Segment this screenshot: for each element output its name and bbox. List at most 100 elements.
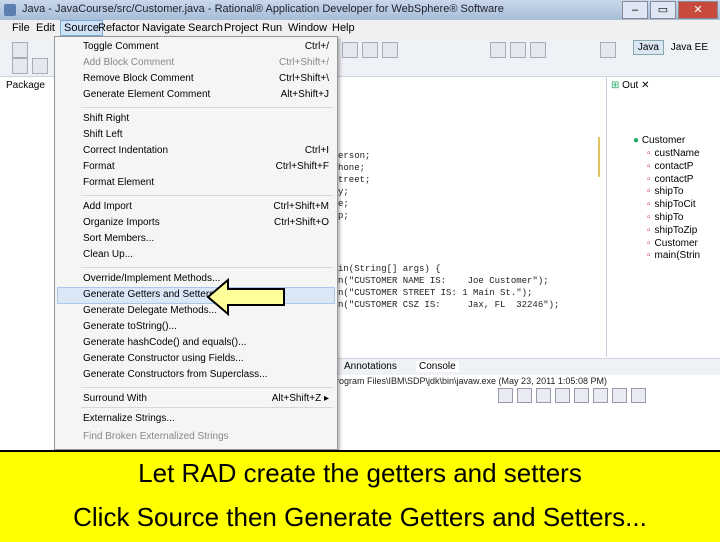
outline-item[interactable]: custName [647,148,700,159]
outline-item[interactable]: shipTo [647,212,684,223]
outline-item[interactable]: Customer [647,238,698,249]
menu-refactor[interactable]: Refactor [98,22,140,34]
scroll-lock-icon[interactable] [574,388,589,403]
console-toolbar [498,388,646,403]
menu-separator [81,407,333,408]
source-menu-item[interactable]: Clean Up... [83,249,333,260]
source-menu-item[interactable]: Format Ctrl+Shift+F [83,161,333,172]
code-line: y; [338,187,349,197]
source-menu-item[interactable]: Generate hashCode() and equals()... [83,337,333,348]
source-menu-item[interactable]: Correct Indentation Ctrl+I [83,145,333,156]
menu-help[interactable]: Help [332,22,355,34]
back-icon[interactable] [32,58,48,74]
menu-source[interactable]: Source [60,20,103,36]
menu-run[interactable]: Run [262,22,282,34]
menu-item-shortcut: Ctrl+Shift+/ [278,57,329,68]
source-menu-item[interactable]: Add Import Ctrl+Shift+M [83,201,333,212]
source-menu-item[interactable]: Toggle Comment Ctrl+/ [83,41,333,52]
outline-item[interactable]: contactP [647,174,694,185]
source-menu-item[interactable]: Generate Constructors from Superclass... [83,369,333,380]
source-menu-item[interactable]: Format Element [83,177,333,188]
menu-item-label: Remove Block Comment [83,73,194,84]
menu-item-label: Generate Constructor using Fields... [83,353,244,364]
menu-search[interactable]: Search [188,22,223,34]
debug-icon[interactable] [382,42,398,58]
menu-window[interactable]: Window [288,22,327,34]
package-explorer-tab[interactable]: Package [6,80,45,91]
menu-item-label: Generate Constructors from Superclass... [83,369,268,380]
source-menu-item[interactable]: Externalize Strings... [83,413,333,424]
run-icon[interactable] [362,42,378,58]
menu-file[interactable]: File [12,22,30,34]
outline-item[interactable]: contactP [647,161,694,172]
source-menu-item[interactable]: Find Broken Externalized Strings [83,431,333,442]
menu-item-shortcut: Ctrl+Shift+\ [278,73,329,84]
menu-item-shortcut: Ctrl+Shift+F [275,161,329,172]
menu-item-label: Format Element [83,177,155,188]
minimize-button[interactable]: – [622,1,648,19]
close-button[interactable]: ✕ [678,1,718,19]
menu-separator [81,195,333,196]
outline-root-label: Customer [641,135,686,146]
terminate-icon[interactable] [498,388,513,403]
highlight-icon[interactable] [490,42,506,58]
menu-item-label: Externalize Strings... [83,413,175,424]
title-bar: Java - JavaCourse/src/Customer.java - Ra… [0,0,720,20]
tab-annotations[interactable]: Annotations [344,361,397,372]
source-menu-item[interactable]: Generate toString()... [83,321,333,332]
menu-item-label: Clean Up... [83,249,134,260]
menu-item-label: Generate toString()... [83,321,177,332]
new-icon[interactable] [12,42,28,58]
menu-item-label: Add Import [83,201,132,212]
marker-icon[interactable] [510,42,526,58]
source-menu-item[interactable]: Add Block Comment Ctrl+Shift+/ [83,57,333,68]
outline-tab[interactable]: ⊞ Out ✕ [611,80,649,91]
outline-item-label: shipTo [654,212,684,223]
outline-item[interactable]: shipToCit [647,199,696,210]
caption-line-1: Let RAD create the getters and setters [138,458,582,488]
outline-item[interactable]: shipToZip [647,224,698,236]
source-menu-item[interactable]: Organize Imports Ctrl+Shift+O [83,217,333,228]
menu-item-label: Format [83,161,115,172]
menu-item-shortcut: Ctrl+Shift+O [273,217,329,228]
menu-project[interactable]: Project [224,22,258,34]
display-console-icon[interactable] [612,388,627,403]
perspective-java[interactable]: Java [632,40,664,55]
tab-console[interactable]: Console [416,361,459,372]
outline-item[interactable]: main(Strin [647,250,701,261]
outline-item[interactable]: shipTo [647,186,684,197]
menu-item-shortcut: Ctrl+I [304,145,329,156]
outline-root[interactable]: ● Customer [633,135,685,146]
source-menu-item[interactable]: Generate Element Comment Alt+Shift+J [83,89,333,100]
menu-separator [81,107,333,108]
source-menu-item[interactable]: Surround With Alt+Shift+Z ▸ [83,393,333,404]
paragraph-icon[interactable] [530,42,546,58]
code-line: e; [338,199,349,209]
remove-all-icon[interactable] [536,388,551,403]
menu-edit[interactable]: Edit [36,22,55,34]
menu-item-label: Generate Delegate Methods... [83,305,217,316]
open-console-icon[interactable] [631,388,646,403]
source-menu-item[interactable]: Generate Constructor using Fields... [83,353,333,364]
nav-icon[interactable] [12,58,28,74]
outline-item-label: shipToZip [654,224,698,236]
source-menu-item[interactable]: Sort Members... [83,233,333,244]
source-menu-item[interactable]: Shift Left [83,129,333,140]
menu-item-label: Generate hashCode() and equals()... [83,337,247,348]
source-menu-item[interactable]: Remove Block Comment Ctrl+Shift+\ [83,73,333,84]
code-editor[interactable] [336,77,606,357]
perspective-java-ee[interactable]: Java EE [667,41,712,54]
open-perspective-icon[interactable] [600,42,616,58]
perspective-switcher: Java Java EE [632,40,712,55]
search-icon[interactable] [342,42,358,58]
pin-console-icon[interactable] [593,388,608,403]
window-title: Java - JavaCourse/src/Customer.java - Ra… [22,3,504,15]
remove-launch-icon[interactable] [517,388,532,403]
source-menu-item[interactable]: Shift Right [83,113,333,124]
console-status: rogram Files\IBM\SDP\jdk\bin\javaw.exe (… [336,376,607,386]
maximize-button[interactable]: ▭ [650,1,676,19]
clear-console-icon[interactable] [555,388,570,403]
menu-navigate[interactable]: Navigate [142,22,185,34]
menu-separator [81,387,333,388]
menu-item-label: Shift Right [83,113,130,124]
